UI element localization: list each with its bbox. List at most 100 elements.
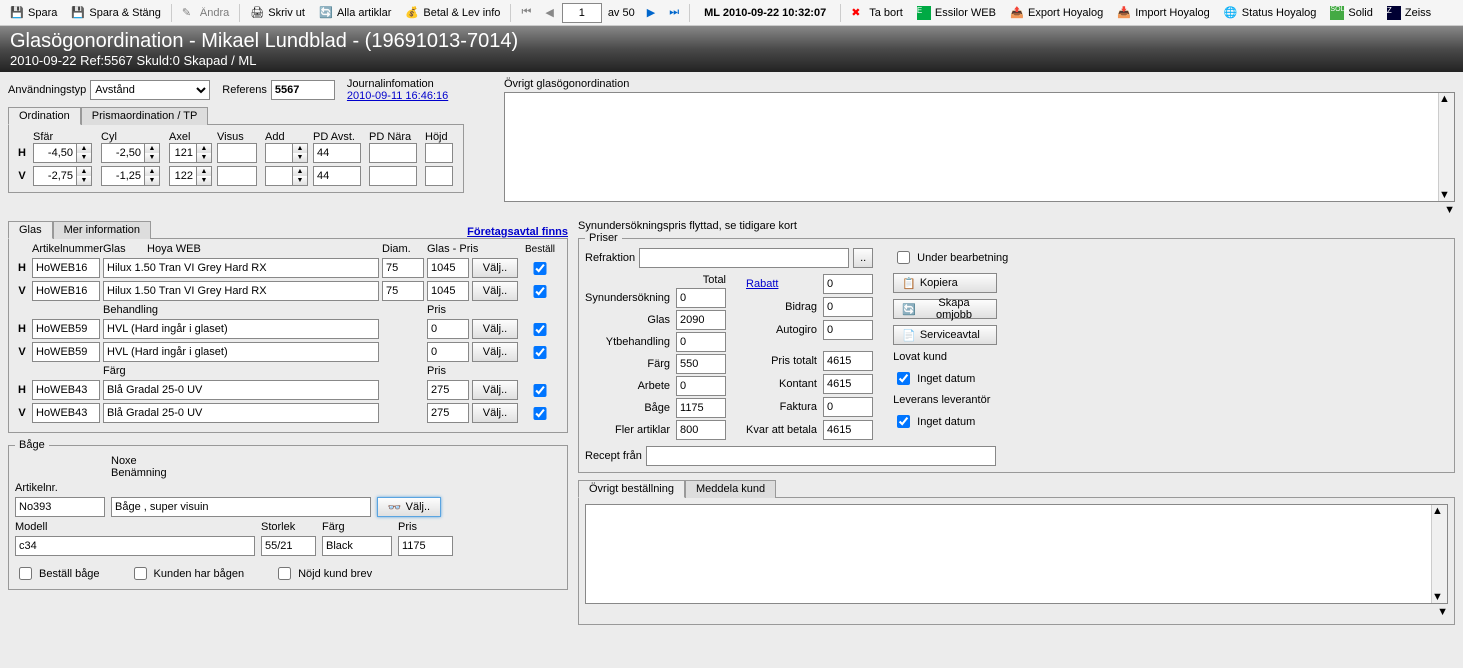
export-hoyalog-button[interactable]: 📤Export Hoyalog xyxy=(1004,4,1109,22)
journal-link[interactable]: 2010-09-11 16:46:16 xyxy=(347,90,448,102)
name-input[interactable] xyxy=(103,319,379,339)
essilor-button[interactable]: EEssilor WEB xyxy=(911,4,1002,22)
tab-ovrigt-bestall[interactable]: Övrigt beställning xyxy=(578,480,685,498)
tab-meddela[interactable]: Meddela kund xyxy=(685,480,776,498)
usage-select[interactable]: Avstånd xyxy=(90,80,210,100)
bestall-bage-checkbox[interactable]: Beställ båge xyxy=(15,564,100,583)
pristotalt-input[interactable] xyxy=(823,351,873,371)
refraktion-input[interactable] xyxy=(639,248,849,268)
pris-input[interactable] xyxy=(427,281,469,301)
spinner[interactable]: ▲▼ xyxy=(77,143,92,163)
storlek-input[interactable] xyxy=(261,536,316,556)
pris-input[interactable] xyxy=(427,403,469,423)
art-input[interactable] xyxy=(32,258,100,278)
name-input[interactable] xyxy=(103,380,379,400)
ovrigt-textarea[interactable] xyxy=(505,93,1438,201)
skapa-button[interactable]: 🔄Skapa omjobb xyxy=(893,299,997,319)
spinner[interactable]: ▲▼ xyxy=(197,166,212,186)
art-input[interactable] xyxy=(32,281,100,301)
v-hojd-input[interactable] xyxy=(425,166,453,186)
dropdown-arrow-icon[interactable]: ▼ xyxy=(1437,606,1448,618)
print-button[interactable]: 🖨Skriv ut xyxy=(244,4,311,22)
faktura-input[interactable] xyxy=(823,397,873,417)
v-cyl-input[interactable] xyxy=(101,166,145,186)
serviceavtal-button[interactable]: 📄Serviceavtal xyxy=(893,325,997,345)
bage-input[interactable] xyxy=(676,398,726,418)
bage-name-input[interactable] xyxy=(111,497,371,517)
all-articles-button[interactable]: 🔄Alla artiklar xyxy=(313,4,397,22)
art-input[interactable] xyxy=(32,403,100,423)
bestall-checkbox[interactable] xyxy=(529,346,551,359)
pris-input[interactable] xyxy=(427,380,469,400)
h-visus-input[interactable] xyxy=(217,143,257,163)
bage-artnr-input[interactable] xyxy=(15,497,105,517)
syn-input[interactable] xyxy=(676,288,726,308)
valj-button[interactable]: Välj.. xyxy=(472,258,518,278)
bestall-checkbox[interactable] xyxy=(529,262,551,275)
art-input[interactable] xyxy=(32,342,100,362)
diam-input[interactable] xyxy=(382,258,424,278)
delete-button[interactable]: ✖Ta bort xyxy=(845,4,909,22)
h-cyl-input[interactable] xyxy=(101,143,145,163)
name-input[interactable] xyxy=(103,258,379,278)
spinner[interactable]: ▲▼ xyxy=(77,166,92,186)
name-input[interactable] xyxy=(103,281,379,301)
h-axel-input[interactable] xyxy=(169,143,197,163)
nav-first-button[interactable]: ⏮ xyxy=(515,4,537,21)
spinner[interactable]: ▲▼ xyxy=(197,143,212,163)
change-button[interactable]: ✎Ändra xyxy=(176,4,235,22)
diam-input[interactable] xyxy=(382,281,424,301)
valj-button[interactable]: Välj.. xyxy=(472,380,518,400)
v-sfar-input[interactable] xyxy=(33,166,77,186)
pay-info-button[interactable]: 💰Betal & Lev info xyxy=(399,4,506,22)
kvar-input[interactable] xyxy=(823,420,873,440)
v-visus-input[interactable] xyxy=(217,166,257,186)
modell-input[interactable] xyxy=(15,536,255,556)
kontant-input[interactable] xyxy=(823,374,873,394)
page-input[interactable] xyxy=(562,3,602,23)
h-pdnara-input[interactable] xyxy=(369,143,417,163)
h-sfar-input[interactable] xyxy=(33,143,77,163)
spinner[interactable]: ▲▼ xyxy=(293,143,308,163)
refraktion-more-button[interactable]: .. xyxy=(853,248,873,268)
bestall-checkbox[interactable] xyxy=(529,285,551,298)
name-input[interactable] xyxy=(103,342,379,362)
scrollbar[interactable]: ▲▼ xyxy=(1438,93,1454,201)
farg-input2[interactable] xyxy=(676,354,726,374)
foretagsavtal-link[interactable]: Företagsavtal finns xyxy=(467,226,568,238)
tab-glas[interactable]: Glas xyxy=(8,221,53,239)
v-add-input[interactable] xyxy=(265,166,293,186)
kopiera-button[interactable]: 📋Kopiera xyxy=(893,273,997,293)
kunden-har-checkbox[interactable]: Kunden har bågen xyxy=(130,564,245,583)
yt-input[interactable] xyxy=(676,332,726,352)
farg-input[interactable] xyxy=(322,536,392,556)
rabatt-link[interactable]: Rabatt xyxy=(746,278,817,290)
spinner[interactable]: ▲▼ xyxy=(145,143,160,163)
art-input[interactable] xyxy=(32,319,100,339)
spinner[interactable]: ▲▼ xyxy=(145,166,160,186)
nojd-kund-checkbox[interactable]: Nöjd kund brev xyxy=(274,564,372,583)
arbete-input[interactable] xyxy=(676,376,726,396)
ref-input[interactable] xyxy=(271,80,335,100)
valj-button[interactable]: Välj.. xyxy=(472,281,518,301)
bestall-checkbox[interactable] xyxy=(529,384,551,397)
save-button[interactable]: 💾Spara xyxy=(4,4,63,22)
h-hojd-input[interactable] xyxy=(425,143,453,163)
h-pdavst-input[interactable] xyxy=(313,143,361,163)
autogiro-input[interactable] xyxy=(823,320,873,340)
import-hoyalog-button[interactable]: 📥Import Hoyalog xyxy=(1111,4,1216,22)
glas-input[interactable] xyxy=(676,310,726,330)
status-hoyalog-button[interactable]: 🌐Status Hoyalog xyxy=(1218,4,1323,22)
pris-input[interactable] xyxy=(398,536,453,556)
v-pdnara-input[interactable] xyxy=(369,166,417,186)
pris-input[interactable] xyxy=(427,319,469,339)
v-axel-input[interactable] xyxy=(169,166,197,186)
valj-button[interactable]: Välj.. xyxy=(472,403,518,423)
nav-next-button[interactable]: ▶ xyxy=(641,4,661,21)
valj-button[interactable]: Välj.. xyxy=(472,342,518,362)
art-input[interactable] xyxy=(32,380,100,400)
bestall-checkbox[interactable] xyxy=(529,323,551,336)
pris-input[interactable] xyxy=(427,258,469,278)
inget1-checkbox[interactable]: Inget datum xyxy=(893,369,1008,388)
inget2-checkbox[interactable]: Inget datum xyxy=(893,412,1008,431)
